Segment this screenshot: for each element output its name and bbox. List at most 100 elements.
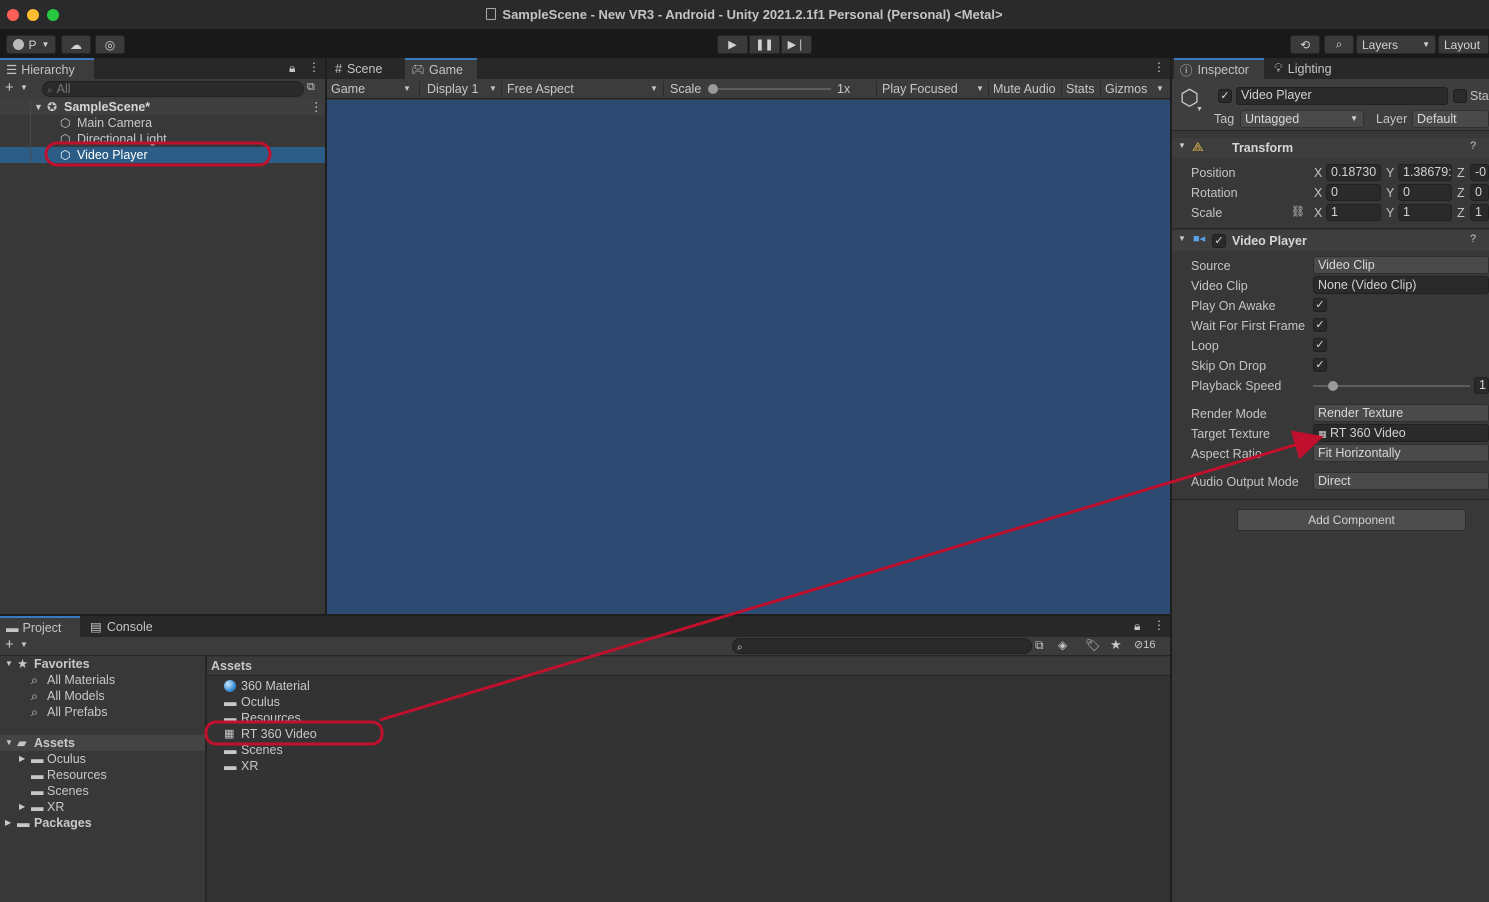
play-focused-dropdown[interactable]: Play Focused ▼ xyxy=(882,81,986,97)
foldout-arrow-icon[interactable]: ▼ xyxy=(1178,141,1186,150)
help-icon[interactable]: ? xyxy=(1470,233,1476,245)
tab-scene[interactable]: # Scene xyxy=(329,58,403,79)
tree-item-oculus[interactable]: ▶ ▬ Oculus xyxy=(0,751,205,767)
more-options-icon[interactable]: ⋮ xyxy=(1153,60,1165,74)
game-viewport[interactable] xyxy=(327,100,1170,614)
position-z-field[interactable]: -0 xyxy=(1470,164,1489,181)
label-icon[interactable]: 🏷︎ xyxy=(1085,638,1100,652)
wait-first-frame-checkbox[interactable]: ✓ xyxy=(1313,318,1327,332)
favorite-item[interactable]: ⌕ All Prefabs xyxy=(0,704,205,720)
playback-speed-thumb[interactable] xyxy=(1328,381,1338,391)
position-y-field[interactable]: 1.38679: xyxy=(1398,164,1452,181)
lock-icon[interactable]: 🔒︎ xyxy=(1134,619,1140,634)
tree-item-scenes[interactable]: ▬ Scenes xyxy=(0,783,205,799)
expand-arrow-icon[interactable]: ▼ xyxy=(5,656,13,672)
playback-speed-field[interactable]: 1 xyxy=(1474,377,1489,394)
hidden-packages-icon[interactable]: ⊘16 xyxy=(1134,638,1155,651)
collapsed-arrow-icon[interactable]: ▶ xyxy=(19,799,25,815)
star-icon[interactable]: ★ xyxy=(1110,637,1122,653)
collapsed-arrow-icon[interactable]: ▶ xyxy=(19,751,25,767)
pause-button[interactable]: ❚❚ xyxy=(749,35,780,54)
tab-game[interactable]: 🎮︎ Game xyxy=(405,58,477,79)
breadcrumb-assets[interactable]: Assets xyxy=(211,657,252,676)
render-mode-dropdown[interactable]: Render Texture xyxy=(1313,404,1489,422)
more-options-icon[interactable]: ⋮ xyxy=(310,99,323,115)
tab-console[interactable]: ▤ Console xyxy=(84,616,164,637)
collab-button[interactable]: ◎ xyxy=(95,35,125,54)
search-by-type-icon[interactable]: ⧉ xyxy=(1035,638,1044,653)
chevron-down-icon[interactable]: ▼ xyxy=(20,640,28,649)
file-item-rt-360-video[interactable]: ▦ RT 360 Video xyxy=(207,726,1170,742)
hierarchy-item-main-camera[interactable]: ⬡ Main Camera xyxy=(0,115,325,131)
tab-project[interactable]: ▬ Project xyxy=(0,616,80,637)
tag-dropdown[interactable]: Untagged ▼ xyxy=(1240,110,1364,128)
object-name-field[interactable]: Video Player xyxy=(1236,87,1448,105)
chevron-down-icon[interactable]: ▼ xyxy=(1196,106,1203,113)
audio-output-dropdown[interactable]: Direct xyxy=(1313,472,1489,490)
gizmos-toggle[interactable]: Gizmos xyxy=(1105,81,1147,97)
favorite-item[interactable]: ⌕ All Materials xyxy=(0,672,205,688)
expand-arrow-icon[interactable]: ▼ xyxy=(5,735,13,751)
tree-item-resources[interactable]: ▬ Resources xyxy=(0,767,205,783)
account-dropdown[interactable]: P ▼ xyxy=(6,35,56,54)
favorite-item[interactable]: ⌕ All Models xyxy=(0,688,205,704)
lock-icon[interactable]: 🔒︎ xyxy=(289,61,295,76)
active-checkbox[interactable]: ✓ xyxy=(1218,89,1232,103)
tab-hierarchy[interactable]: ☰ Hierarchy xyxy=(0,58,94,79)
playback-speed-slider[interactable] xyxy=(1313,381,1470,391)
rotation-y-field[interactable]: 0 xyxy=(1398,184,1452,201)
tree-item-xr[interactable]: ▶ ▬ XR xyxy=(0,799,205,815)
hierarchy-item-directional-light[interactable]: ⬡ Directional Light xyxy=(0,131,325,147)
layer-dropdown[interactable]: Default xyxy=(1412,110,1489,128)
scene-row[interactable]: ▼ ✪ SampleScene* ⋮ xyxy=(0,99,325,115)
stats-toggle[interactable]: Stats xyxy=(1066,81,1095,97)
scale-slider-thumb[interactable] xyxy=(708,84,718,94)
cloud-button[interactable]: ☁ xyxy=(61,35,91,54)
rotation-x-field[interactable]: 0 xyxy=(1326,184,1381,201)
collapsed-arrow-icon[interactable]: ▶ xyxy=(5,815,11,831)
filter-by-type-icon[interactable]: ◈ xyxy=(1058,638,1067,652)
search-button[interactable]: ⌕ xyxy=(1324,35,1354,54)
expand-arrow-icon[interactable]: ▼ xyxy=(34,99,43,115)
static-checkbox[interactable] xyxy=(1453,89,1467,103)
transform-header[interactable]: ▼ ⟁ Transform ? xyxy=(1172,138,1489,158)
step-button[interactable]: ▶❘ xyxy=(781,35,812,54)
file-item-oculus[interactable]: ▬ Oculus xyxy=(207,694,1170,710)
file-item-resources[interactable]: ▬ Resources xyxy=(207,710,1170,722)
undo-history-button[interactable]: ⟲ xyxy=(1290,35,1320,54)
source-dropdown[interactable]: Video Clip xyxy=(1313,256,1489,274)
target-texture-field[interactable]: ▦ RT 360 Video xyxy=(1313,424,1489,442)
tree-item-packages[interactable]: ▶ ▬ Packages xyxy=(0,815,205,831)
help-icon[interactable]: ? xyxy=(1470,140,1476,152)
assets-root-row[interactable]: ▼ ▰ Assets xyxy=(0,735,205,751)
rotation-z-field[interactable]: 0 xyxy=(1470,184,1489,201)
chevron-down-icon[interactable]: ▼ xyxy=(20,83,28,92)
scene-visibility-icon[interactable]: ⧉ xyxy=(307,81,315,94)
layers-dropdown[interactable]: Layers ▼ xyxy=(1356,35,1436,54)
video-player-header[interactable]: ▼ ■◂ ✓ Video Player ? xyxy=(1172,231,1489,251)
position-x-field[interactable]: 0.18730 xyxy=(1326,164,1381,181)
add-icon[interactable]: + xyxy=(5,79,14,96)
constrain-proportions-icon[interactable]: ⛓ xyxy=(1291,205,1305,218)
scale-slider[interactable] xyxy=(708,84,831,94)
more-options-icon[interactable]: ⋮ xyxy=(308,60,320,74)
loop-checkbox[interactable]: ✓ xyxy=(1313,338,1327,352)
hierarchy-search-input[interactable]: ⌕ All xyxy=(42,81,304,97)
aspect-ratio-dropdown[interactable]: Fit Horizontally xyxy=(1313,444,1489,462)
scale-y-field[interactable]: 1 xyxy=(1398,204,1452,221)
foldout-arrow-icon[interactable]: ▼ xyxy=(1178,234,1186,243)
layout-dropdown[interactable]: Layout xyxy=(1438,35,1489,54)
hierarchy-item-video-player[interactable]: ⬡ Video Player xyxy=(0,147,325,163)
scale-z-field[interactable]: 1 xyxy=(1470,204,1489,221)
video-clip-field[interactable]: None (Video Clip) xyxy=(1313,276,1489,294)
chevron-down-icon[interactable]: ▼ xyxy=(1156,81,1164,97)
skip-on-drop-checkbox[interactable]: ✓ xyxy=(1313,358,1327,372)
tab-lighting[interactable]: 💡︎ Lighting xyxy=(1268,58,1358,79)
play-button[interactable]: ▶ xyxy=(717,35,748,54)
play-on-awake-checkbox[interactable]: ✓ xyxy=(1313,298,1327,312)
favorites-row[interactable]: ▼ ★ Favorites xyxy=(0,656,205,672)
scale-x-field[interactable]: 1 xyxy=(1326,204,1381,221)
project-search-input[interactable]: ⌕ xyxy=(732,638,1032,654)
file-item-xr[interactable]: ▬ XR xyxy=(207,758,1170,774)
mute-audio-toggle[interactable]: Mute Audio xyxy=(993,81,1056,97)
